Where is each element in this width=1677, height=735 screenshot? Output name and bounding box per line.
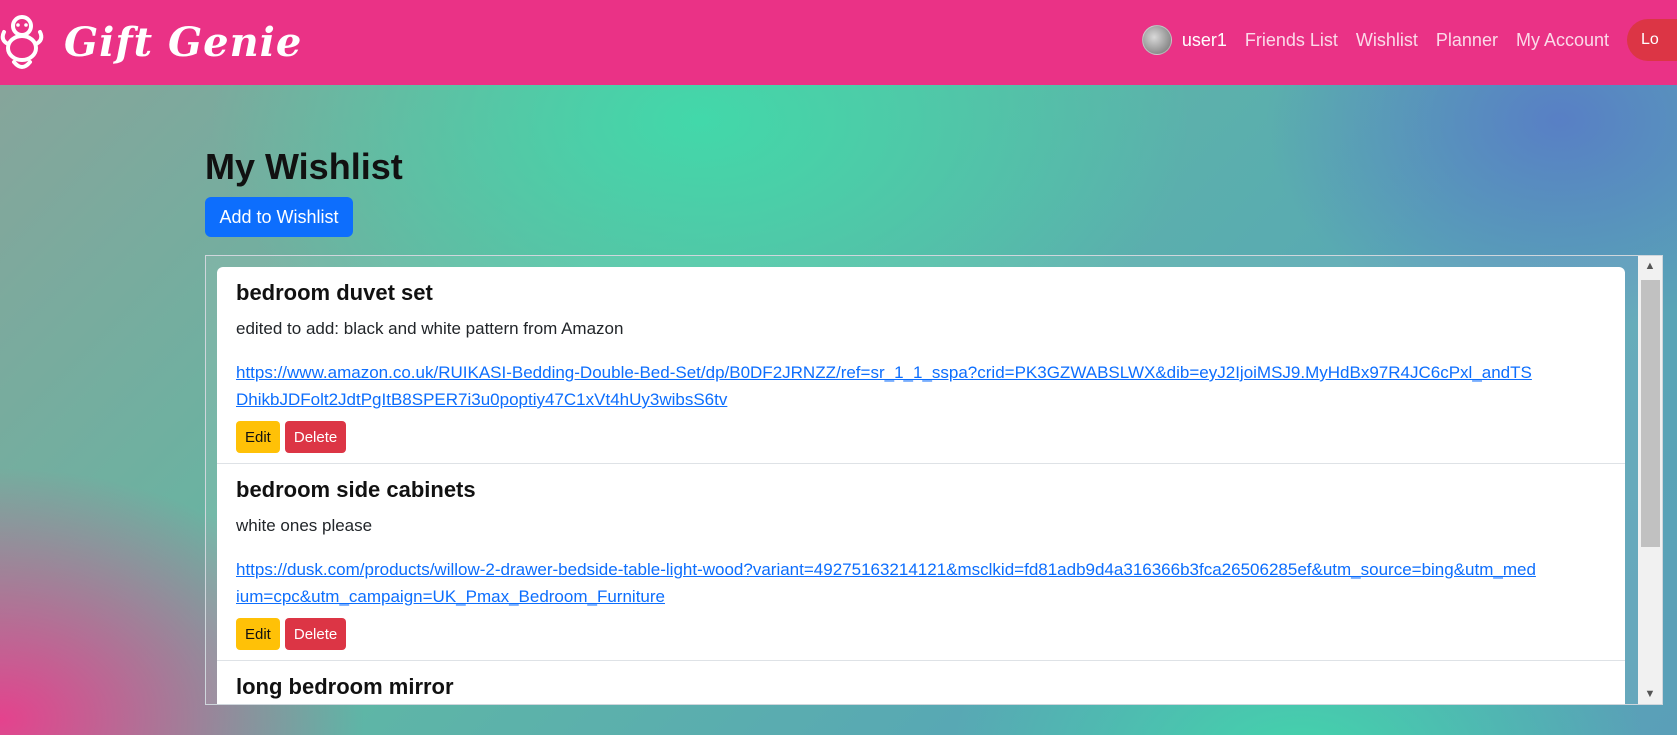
- page-title: My Wishlist: [205, 146, 403, 187]
- brand-name: Gift Genie: [64, 18, 303, 66]
- item-title: long bedroom mirror: [236, 674, 454, 699]
- nav-my-account[interactable]: My Account: [1516, 30, 1609, 51]
- scroll-thumb[interactable]: [1641, 280, 1660, 547]
- username[interactable]: user1: [1182, 30, 1227, 51]
- delete-button[interactable]: Delete: [284, 618, 347, 650]
- wishlist-item: bedroom duvet set edited to add: black a…: [217, 267, 1625, 464]
- nav-wishlist[interactable]: Wishlist: [1356, 30, 1418, 51]
- genie-logo-icon: [0, 15, 44, 69]
- nav-menu: user1 Friends List Wishlist Planner My A…: [1141, 19, 1677, 61]
- nav-friends-list[interactable]: Friends List: [1245, 30, 1338, 51]
- avatar[interactable]: [1141, 25, 1172, 55]
- edit-button[interactable]: Edit: [236, 421, 280, 453]
- item-description: edited to add: black and white pattern f…: [236, 319, 624, 338]
- nav-planner[interactable]: Planner: [1436, 30, 1498, 51]
- item-description: white ones please: [236, 516, 373, 535]
- logout-button[interactable]: Lo: [1627, 19, 1677, 61]
- scroll-up-arrow-icon[interactable]: ▲: [1638, 256, 1662, 276]
- wishlist-scroll-container[interactable]: bedroom duvet set edited to add: black a…: [205, 255, 1663, 705]
- item-actions: Edit Delete: [236, 618, 1606, 650]
- add-to-wishlist-button[interactable]: Add to Wishlist: [205, 197, 353, 237]
- wishlist-item: bedroom side cabinets white ones please …: [217, 464, 1625, 661]
- delete-button[interactable]: Delete: [284, 421, 347, 453]
- scrollbar[interactable]: ▲ ▼: [1638, 256, 1662, 704]
- scroll-down-arrow-icon[interactable]: ▼: [1638, 684, 1662, 704]
- brand-link[interactable]: Gift Genie: [0, 8, 302, 76]
- wishlist-item: long bedroom mirror: [217, 661, 1625, 704]
- navbar: Gift Genie user1 Friends List Wishlist P…: [0, 0, 1677, 85]
- item-title: bedroom side cabinets: [236, 477, 476, 502]
- item-link[interactable]: https://dusk.com/products/willow-2-drawe…: [236, 556, 1536, 610]
- wishlist-list: bedroom duvet set edited to add: black a…: [217, 267, 1625, 704]
- edit-button[interactable]: Edit: [236, 618, 280, 650]
- item-title: bedroom duvet set: [236, 280, 433, 305]
- item-link[interactable]: https://www.amazon.co.uk/RUIKASI-Bedding…: [236, 359, 1536, 413]
- item-actions: Edit Delete: [236, 421, 1606, 453]
